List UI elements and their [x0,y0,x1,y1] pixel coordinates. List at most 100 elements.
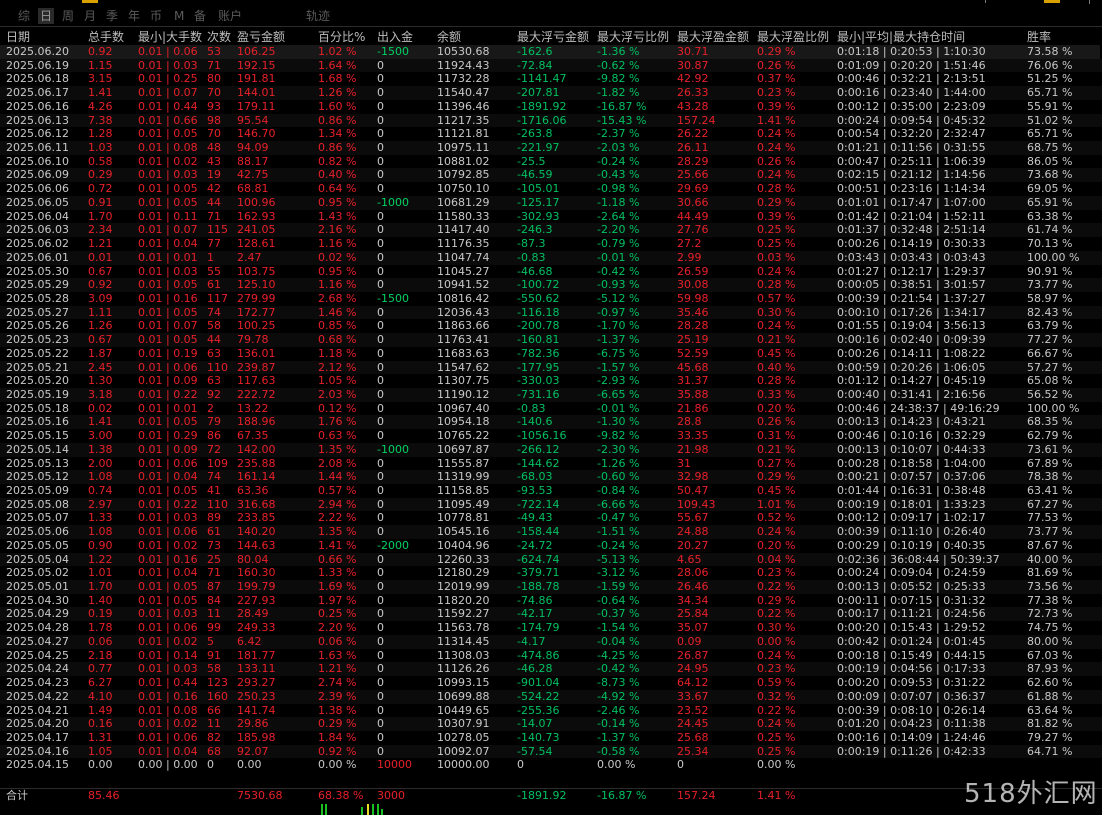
table-row[interactable]: 2025.05.16 1.41 0.01 | 0.05 79 188.96 1.76 % 0… [0,415,1102,430]
table-row[interactable]: 2025.04.27 0.06 0.01 | 0.02 5 6.42 0.06 % 0 113… [0,634,1102,649]
table-row[interactable]: 2025.06.06 0.72 0.01 | 0.05 42 68.81 0.64 % 0 1… [0,182,1102,196]
table-row[interactable]: 2025.05.27 1.11 0.01 | 0.05 74 172.77 1.46 % 0… [0,305,1102,320]
table-row[interactable]: 2025.05.05 0.90 0.01 | 0.02 73 144.63 1.41 % -… [0,539,1102,553]
table-row[interactable]: 2025.05.28 3.09 0.01 | 0.16 117 279.99 2.68 %… [0,292,1102,306]
header-cash-flow[interactable]: 出入金 [377,29,413,45]
cell-max-drawdown-amount: -524.22 [517,689,560,703]
table-row[interactable]: 2025.06.18 3.15 0.01 | 0.25 80 191.81 1.68 % 0… [0,72,1102,86]
table-row[interactable]: 2025.06.09 0.29 0.01 | 0.03 19 42.75 0.40 % 0 1… [0,168,1102,183]
header-min-max-lots[interactable]: 最小|大手数 [138,29,202,45]
header-win-rate[interactable]: 胜率 [1027,29,1051,45]
table-row[interactable]: 2025.05.06 1.08 0.01 | 0.06 61 140.20 1.35 % 0… [0,525,1102,539]
header-total-lots[interactable]: 总手数 [88,29,124,45]
table-row[interactable]: 2025.06.13 7.38 0.01 | 0.66 98 95.54 0.86 % 0 1… [0,113,1102,128]
table-row[interactable]: 2025.04.20 0.16 0.01 | 0.02 11 29.86 0.29 % 0 1… [0,717,1102,731]
table-row[interactable]: 2025.06.04 1.70 0.01 | 0.11 71 162.93 1.43 % 0… [0,210,1102,224]
table-row[interactable]: 2025.04.25 2.18 0.01 | 0.14 91 181.77 1.63 % 0… [0,649,1102,663]
totals-label: 合计 [6,789,28,802]
header-balance[interactable]: 余额 [437,29,461,45]
table-row[interactable]: 2025.04.21 1.49 0.01 | 0.08 66 141.74 1.38 % 0… [0,704,1102,718]
table-row[interactable]: 2025.04.16 1.05 0.01 | 0.04 68 92.07 0.92 % 0 1… [0,744,1102,759]
table-row[interactable]: 2025.04.17 1.31 0.01 | 0.06 82 185.98 1.84 % 0… [0,731,1102,745]
table-row[interactable]: 2025.05.29 0.92 0.01 | 0.05 61 125.10 1.16 % 0… [0,278,1102,292]
tab-summary[interactable]: 综 [18,8,30,24]
header-count[interactable]: 次数 [207,29,231,45]
table-row[interactable]: 2025.06.16 4.26 0.01 | 0.44 93 179.11 1.60 % 0… [0,100,1102,114]
cell-pnl: 13.22 [237,401,269,415]
cell-count: 82 [207,730,221,744]
tab-week[interactable]: 周 [62,8,74,24]
cell-cash-flow: 0 [377,511,384,525]
cell-count: 11 [207,717,221,731]
cell-max-float-profit-ratio: 0.24 % [757,525,796,539]
table-row[interactable]: 2025.05.22 1.87 0.01 | 0.19 63 136.01 1.18 % 0… [0,347,1102,361]
cell-max-drawdown-amount: 0 [517,758,524,772]
header-percent[interactable]: 百分比% [318,29,365,45]
cell-min-max-lots: 0.01 | 0.05 [138,195,198,209]
table-row[interactable]: 2025.05.15 3.00 0.01 | 0.29 86 67.35 0.63 % 0 1… [0,429,1102,443]
table-row[interactable]: 2025.04.24 0.77 0.01 | 0.03 58 133.11 1.21 % 0… [0,662,1102,677]
table-row[interactable]: 2025.04.15 0.00 0.00 | 0.00 0 0.00 0.00 % 1000… [0,758,1102,772]
cell-win-rate: 73.61 % [1027,442,1073,456]
tab-currency[interactable]: 币 [150,8,162,24]
table-row[interactable]: 2025.05.07 1.33 0.01 | 0.03 89 233.85 2.22 % 0… [0,511,1102,525]
header-max-drawdown-ratio[interactable]: 最大浮亏比例 [597,29,669,45]
table-row[interactable]: 2025.04.28 1.78 0.01 | 0.06 99 249.33 2.20 % 0… [0,621,1102,635]
header-pnl[interactable]: 盈亏金额 [237,29,285,45]
table-row[interactable]: 2025.05.13 2.00 0.01 | 0.06 109 235.88 2.08 %… [0,457,1102,471]
table-row[interactable]: 2025.04.29 0.19 0.01 | 0.03 11 28.49 0.25 % 0 1… [0,607,1102,622]
table-row[interactable]: 2025.06.17 1.41 0.01 | 0.07 70 144.01 1.26 % 0… [0,86,1102,100]
table-row[interactable]: 2025.05.20 1.30 0.01 | 0.09 63 117.63 1.05 % 0… [0,374,1102,388]
cell-count: 110 [207,497,228,511]
cell-max-drawdown-ratio: -9.82 % [597,72,640,86]
table-row[interactable]: 2025.06.11 1.03 0.01 | 0.08 48 94.09 0.86 % 0 1… [0,141,1102,155]
tab-day[interactable]: 日 [38,8,55,24]
cell-count: 43 [207,154,221,168]
cell-pnl: 95.54 [237,113,269,127]
header-max-float-profit-amount[interactable]: 最大浮盈金额 [677,29,749,45]
cell-max-float-profit-ratio: 0.24 % [757,168,796,182]
table-row[interactable]: 2025.04.23 6.27 0.01 | 0.44 123 293.27 2.74 %… [0,676,1102,690]
table-row[interactable]: 2025.05.01 1.70 0.01 | 0.05 87 199.79 1.69 % 0… [0,580,1102,594]
table-row[interactable]: 2025.06.01 0.01 0.01 | 0.01 1 2.47 0.02 % 0 110… [0,250,1102,265]
table-row[interactable]: 2025.05.09 0.74 0.01 | 0.05 41 63.36 0.57 % 0 1… [0,484,1102,498]
cell-percent: 0.02 % [318,250,357,264]
table-row[interactable]: 2025.05.21 2.45 0.01 | 0.06 110 239.87 2.12 %… [0,360,1102,375]
table-row[interactable]: 2025.05.12 1.08 0.01 | 0.04 74 161.14 1.44 % 0… [0,470,1102,484]
tab-month[interactable]: 月 [84,8,96,24]
header-max-float-profit-ratio[interactable]: 最大浮盈比例 [757,29,829,45]
table-row[interactable]: 2025.06.12 1.28 0.01 | 0.05 70 146.70 1.34 % 0… [0,127,1102,141]
table-row[interactable]: 2025.06.02 1.21 0.01 | 0.04 77 128.61 1.16 % 0… [0,237,1102,251]
cell-holding-time: 0:01:37 | 0:32:48 | 2:51:14 [837,223,986,237]
table-row[interactable]: 2025.06.05 0.91 0.01 | 0.05 44 100.96 0.95 % -… [0,195,1102,210]
tab-quarter[interactable]: 季 [106,8,118,24]
header-max-drawdown-amount[interactable]: 最大浮亏金额 [517,29,589,45]
table-row[interactable]: 2025.06.10 0.58 0.01 | 0.02 43 88.17 0.82 % 0 1… [0,155,1102,169]
top-toolbar: 综 日 周 月 季 年 币 M 备 账户 轨迹 [0,0,1102,28]
header-date[interactable]: 日期 [6,29,30,45]
header-holding-time[interactable]: 最小|平均|最大持仓时间 [837,29,965,45]
table-row[interactable]: 2025.06.03 2.34 0.01 | 0.07 115 241.05 2.16 %… [0,223,1102,238]
table-row[interactable]: 2025.04.30 1.40 0.01 | 0.05 84 227.93 1.97 % 0… [0,594,1102,608]
cell-max-drawdown-ratio: -9.82 % [597,429,640,443]
tab-year[interactable]: 年 [128,8,140,24]
table-row[interactable]: 2025.05.02 1.01 0.01 | 0.04 71 160.30 1.33 % 0… [0,566,1102,580]
table-row[interactable]: 2025.06.20 0.92 0.01 | 0.06 53 106.25 1.02 % -… [0,45,1102,59]
table-row[interactable]: 2025.05.19 3.18 0.01 | 0.22 92 222.72 2.03 % 0… [0,387,1102,402]
table-row[interactable]: 2025.05.04 1.22 0.01 | 0.16 25 80.04 0.66 % 0 1… [0,552,1102,567]
cell-holding-time: 0:00:11 | 0:07:15 | 0:31:32 [837,593,986,607]
table-row[interactable]: 2025.04.22 4.10 0.01 | 0.16 160 250.23 2.39 %… [0,689,1102,704]
table-row[interactable]: 2025.06.19 1.15 0.01 | 0.03 71 192.15 1.64 % 0… [0,58,1102,73]
tab-note[interactable]: 备 [194,8,206,24]
table-row[interactable]: 2025.05.23 0.67 0.01 | 0.05 44 79.78 0.68 % 0 1… [0,333,1102,347]
tab-account[interactable]: 账户 [218,8,242,24]
cell-min-max-lots: 0.01 | 0.09 [138,442,198,456]
tab-trajectory[interactable]: 轨迹 [306,8,330,24]
table-row[interactable]: 2025.05.08 2.97 0.01 | 0.22 110 316.68 2.94 %… [0,497,1102,512]
cell-win-rate: 82.43 % [1027,305,1073,319]
table-row[interactable]: 2025.05.14 1.38 0.01 | 0.09 72 142.00 1.35 % -… [0,442,1102,457]
tab-m[interactable]: M [174,8,184,24]
table-row[interactable]: 2025.05.30 0.67 0.01 | 0.03 55 103.75 0.95 % 0… [0,265,1102,279]
table-row[interactable]: 2025.05.18 0.02 0.01 | 0.01 2 13.22 0.12 % 0 10… [0,402,1102,416]
table-row[interactable]: 2025.05.26 1.26 0.01 | 0.07 58 100.25 0.85 % 0… [0,319,1102,333]
